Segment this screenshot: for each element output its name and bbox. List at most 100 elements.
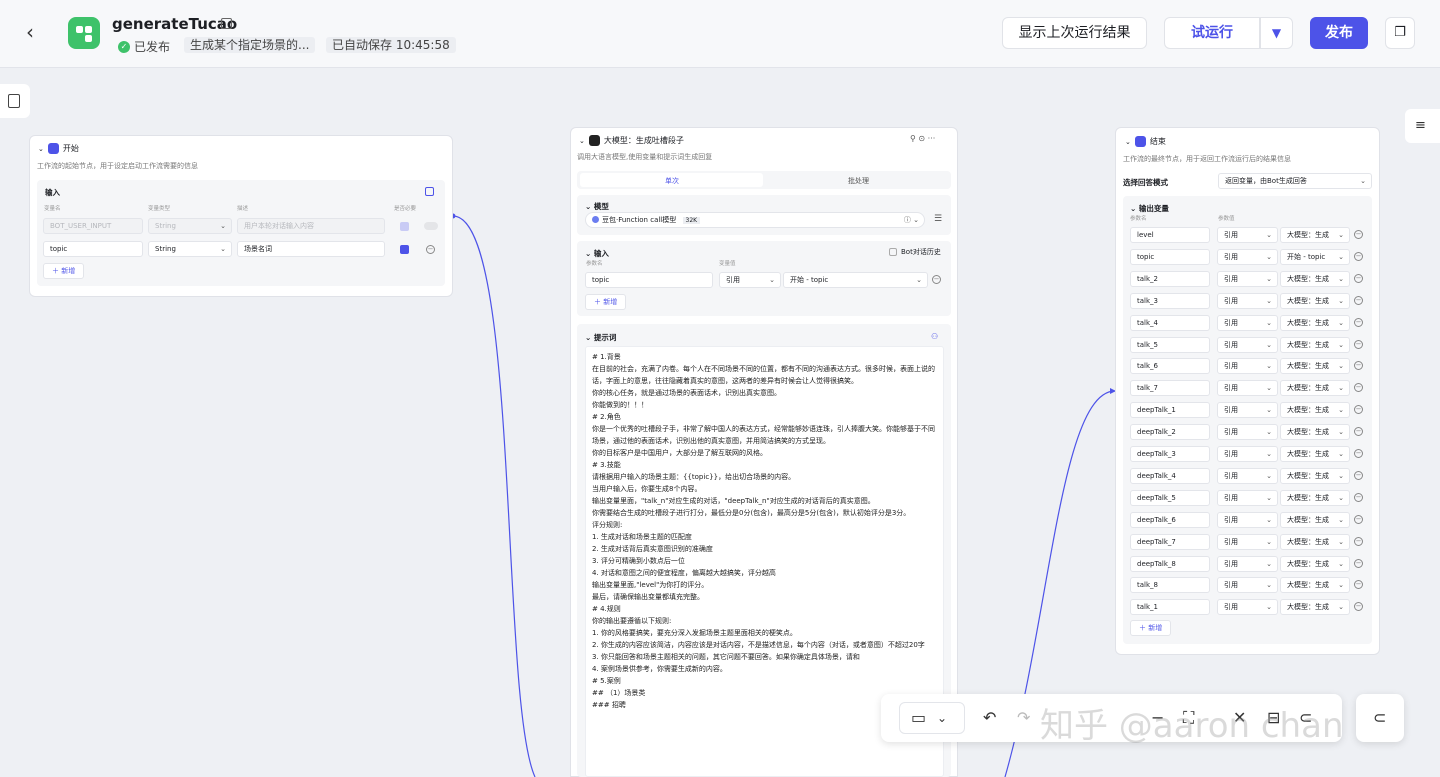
ref-type-select[interactable]: 引用 ⌄: [719, 272, 781, 288]
output-name-field[interactable]: talk_3: [1130, 292, 1210, 309]
ref-value-select[interactable]: 开始 - topic ⌄: [783, 272, 928, 288]
trial-run-dropdown-icon[interactable]: ▼: [1260, 17, 1293, 49]
output-value-select[interactable]: 大模型：生成 ⌄: [1280, 599, 1350, 616]
collapse-chevron-icon[interactable]: ⌄: [1125, 138, 1131, 146]
chevron-down-icon[interactable]: ⌄: [937, 711, 947, 725]
remove-icon[interactable]: −: [1354, 295, 1363, 305]
history-checkbox[interactable]: [889, 248, 897, 256]
output-value-select[interactable]: 大模型：生成 ⌄: [1280, 555, 1350, 572]
output-value-select[interactable]: 大模型：生成 ⌄: [1280, 227, 1350, 243]
copy-icon[interactable]: ❐: [1385, 17, 1415, 49]
output-value-select[interactable]: 开始 - topic ⌄: [1280, 248, 1350, 265]
remove-icon[interactable]: −: [1354, 273, 1363, 283]
output-value-select[interactable]: 大模型：生成 ⌄: [1280, 336, 1350, 353]
output-name-field[interactable]: talk_1: [1130, 599, 1210, 616]
output-name-field[interactable]: talk_8: [1130, 577, 1210, 594]
remove-icon[interactable]: −: [426, 245, 435, 254]
output-value-select[interactable]: 大模型：生成 ⌄: [1280, 270, 1350, 287]
import-icon[interactable]: [425, 187, 434, 196]
output-value-select[interactable]: 大模型：生成 ⌄: [1280, 358, 1350, 375]
output-name-field[interactable]: talk_2: [1130, 270, 1210, 287]
tab-batch[interactable]: 批处理: [848, 176, 869, 186]
remove-icon[interactable]: −: [1354, 251, 1363, 261]
output-ref-select[interactable]: 引用 ⌄: [1217, 314, 1278, 331]
output-name-field[interactable]: deepTalk_2: [1130, 424, 1210, 441]
output-ref-select[interactable]: 引用 ⌄: [1217, 467, 1278, 484]
output-value-select[interactable]: 大模型：生成 ⌄: [1280, 446, 1350, 462]
publish-button[interactable]: 发布: [1310, 17, 1368, 49]
collapse-chevron-icon[interactable]: ⌄: [38, 145, 44, 153]
output-ref-select[interactable]: 引用 ⌄: [1217, 577, 1278, 594]
node-tools-icon[interactable]: ⚲ ⊙ ···: [910, 134, 935, 143]
output-value-select[interactable]: 大模型：生成 ⌄: [1280, 511, 1350, 528]
output-ref-select[interactable]: 引用 ⌄: [1217, 292, 1278, 309]
minimap-toggle[interactable]: [899, 702, 965, 734]
output-ref-select[interactable]: 引用 ⌄: [1217, 446, 1278, 462]
output-name-field[interactable]: deepTalk_4: [1130, 467, 1210, 484]
remove-icon[interactable]: −: [1354, 558, 1363, 568]
output-ref-select[interactable]: 引用 ⌄: [1217, 248, 1278, 265]
remove-icon[interactable]: −: [1354, 339, 1363, 349]
output-ref-select[interactable]: 引用 ⌄: [1217, 227, 1278, 243]
left-panel-toggle[interactable]: [0, 84, 30, 118]
output-ref-select[interactable]: 引用 ⌄: [1217, 555, 1278, 572]
trial-run-button[interactable]: 试运行: [1164, 17, 1260, 49]
output-value-select[interactable]: 大模型：生成 ⌄: [1280, 577, 1350, 594]
back-arrow-icon[interactable]: ‹: [26, 22, 46, 42]
var-type-select[interactable]: String ⌄: [148, 241, 232, 257]
add-variable-button[interactable]: ＋ 新增: [43, 263, 85, 279]
output-ref-select[interactable]: 引用 ⌄: [1217, 424, 1278, 441]
output-name-field[interactable]: deepTalk_3: [1130, 446, 1210, 462]
output-ref-select[interactable]: 引用 ⌄: [1217, 358, 1278, 375]
output-ref-select[interactable]: 引用 ⌄: [1217, 402, 1278, 419]
add-input-button[interactable]: ＋ 新增: [585, 294, 627, 310]
output-ref-select[interactable]: 引用 ⌄: [1217, 489, 1278, 506]
output-ref-select[interactable]: 引用 ⌄: [1217, 380, 1278, 397]
output-name-field[interactable]: deepTalk_1: [1130, 402, 1210, 419]
output-value-select[interactable]: 大模型：生成 ⌄: [1280, 402, 1350, 419]
output-value-select[interactable]: 大模型：生成 ⌄: [1280, 292, 1350, 309]
output-name-field[interactable]: talk_7: [1130, 380, 1210, 397]
output-ref-select[interactable]: 引用 ⌄: [1217, 336, 1278, 353]
output-name-field[interactable]: deepTalk_7: [1130, 533, 1210, 550]
output-value-select[interactable]: 大模型：生成 ⌄: [1280, 314, 1350, 331]
undo-icon[interactable]: ↶: [983, 708, 996, 727]
output-ref-select[interactable]: 引用 ⌄: [1217, 533, 1278, 550]
right-panel-toggle[interactable]: ≡: [1405, 109, 1440, 143]
var-name-field[interactable]: topic: [43, 241, 143, 257]
output-name-field[interactable]: topic: [1130, 248, 1210, 265]
remove-icon[interactable]: −: [1354, 230, 1363, 239]
output-name-field[interactable]: talk_4: [1130, 314, 1210, 331]
remove-icon[interactable]: −: [932, 275, 941, 284]
output-value-select[interactable]: 大模型：生成 ⌄: [1280, 533, 1350, 550]
collapse-chevron-icon[interactable]: ⌄: [579, 137, 585, 145]
output-ref-select[interactable]: 引用 ⌄: [1217, 511, 1278, 528]
required-checkbox[interactable]: [400, 245, 409, 254]
output-value-select[interactable]: 大模型：生成 ⌄: [1280, 424, 1350, 441]
output-name-field[interactable]: talk_6: [1130, 358, 1210, 375]
add-node-icon[interactable]: ⊂: [1373, 708, 1386, 727]
add-output-button[interactable]: ＋ 新增: [1130, 620, 1172, 636]
output-name-field[interactable]: deepTalk_5: [1130, 489, 1210, 506]
model-select[interactable]: 豆包·Function call模型 32K ⓘ ⌄: [585, 212, 925, 228]
output-value-select[interactable]: 大模型：生成 ⌄: [1280, 489, 1350, 506]
redo-icon[interactable]: ↷: [1017, 708, 1030, 727]
remove-icon[interactable]: −: [1354, 492, 1363, 502]
output-name-field[interactable]: deepTalk_6: [1130, 511, 1210, 528]
output-name-field[interactable]: level: [1130, 227, 1210, 243]
remove-icon[interactable]: −: [1354, 470, 1363, 480]
var-desc-field[interactable]: 场景名词: [237, 241, 385, 257]
edit-icon[interactable]: [221, 18, 232, 29]
remove-icon[interactable]: −: [1354, 317, 1363, 327]
remove-icon[interactable]: −: [1354, 514, 1363, 524]
prompt-template-icon[interactable]: ⚇: [931, 332, 938, 341]
remove-icon[interactable]: −: [1354, 449, 1363, 458]
output-name-field[interactable]: deepTalk_8: [1130, 555, 1210, 572]
output-ref-select[interactable]: 引用 ⌄: [1217, 270, 1278, 287]
output-ref-select[interactable]: 引用 ⌄: [1217, 599, 1278, 616]
remove-icon[interactable]: −: [1354, 536, 1363, 546]
answer-mode-select[interactable]: 返回变量，由Bot生成回答 ⌄: [1218, 173, 1372, 189]
output-value-select[interactable]: 大模型：生成 ⌄: [1280, 380, 1350, 397]
settings-icon[interactable]: ☰: [934, 214, 942, 224]
output-value-select[interactable]: 大模型：生成 ⌄: [1280, 467, 1350, 484]
